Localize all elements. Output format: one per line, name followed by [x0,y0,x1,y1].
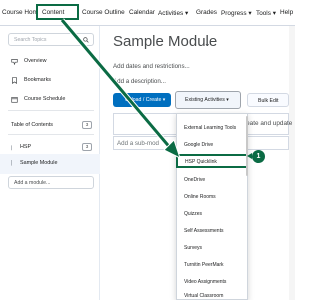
search-placeholder: Search Topics [14,37,47,43]
bulk-edit-button[interactable]: Bulk Edit [247,93,289,107]
content-page: Course Home Course Outline Calendar Acti… [0,0,295,300]
menu-item-google-drive[interactable]: Google Drive [177,137,247,153]
upload-create-button[interactable]: Upload / Create ▾ [113,93,171,107]
create-update-text: reate and update [244,120,293,127]
nav-progress[interactable]: Progress ▾ [221,9,252,17]
add-dates-link[interactable]: Add dates and restrictions... [113,63,190,70]
hsp-count-badge: 3 [82,143,92,151]
page-title: Sample Module [113,33,218,50]
menu-item-turnitin-peermark[interactable]: Turnitin PeerMark [177,257,247,273]
drag-handle-icon [11,160,12,166]
menu-item-quizzes[interactable]: Quizzes [177,206,247,222]
add-module-input[interactable]: Add a module... [8,176,94,189]
sidebar-item-overview[interactable]: Overview [24,58,46,64]
sidebar-item-hsp[interactable]: HSP [20,144,31,150]
sidebar-item-course-schedule[interactable]: Course Schedule [24,96,65,102]
menu-item-virtual-classroom[interactable]: Virtual Classroom [177,288,247,300]
nav-course-outline[interactable]: Course Outline [82,9,125,16]
sidebar-item-bookmarks[interactable]: Bookmarks [24,77,51,83]
sidebar-item-sample-module[interactable]: Sample Module [20,160,57,166]
nav-calendar[interactable]: Calendar [129,9,155,16]
menu-item-self-assessments[interactable]: Self Assessments [177,223,247,239]
nav-tools[interactable]: Tools ▾ [256,9,276,17]
nav-help[interactable]: Help [280,9,293,16]
bookmark-icon [12,77,17,84]
nav-content[interactable]: Content [42,9,64,16]
menu-item-online-rooms[interactable]: Online Rooms [177,189,247,205]
existing-activities-label: Existing Activities ▾ [185,97,229,103]
search-input[interactable]: Search Topics [8,33,94,46]
sidebar: Search Topics Overview Bookmarks Course … [0,26,100,300]
chevron-down-icon[interactable]: ⌄ [204,39,211,48]
overview-icon [11,59,18,65]
divider [8,134,94,135]
upload-create-label: Upload / Create ▾ [125,97,166,103]
calendar-icon [11,97,18,103]
menu-scrollbar[interactable] [246,116,248,176]
menu-item-surveys[interactable]: Surveys [177,240,247,256]
menu-item-hsp-quicklink[interactable]: HSP Quicklink [176,154,248,168]
add-module-placeholder: Add a module... [14,180,51,186]
sidebar-item-toc[interactable]: Table of Contents [11,122,53,128]
search-icon[interactable] [83,37,89,43]
existing-activities-button[interactable]: Existing Activities ▾ [175,91,241,109]
toc-count-badge: 3 [82,121,92,129]
top-navigation: Course Home Course Outline Calendar Acti… [0,0,295,26]
add-submodule-placeholder: Add a sub-mod [117,140,159,147]
nav-activities[interactable]: Activities ▾ [158,9,188,17]
bulk-edit-label: Bulk Edit [258,98,279,104]
step-number-badge: 1 [252,150,265,163]
menu-item-external-learning-tools[interactable]: External Learning Tools [177,120,247,136]
divider [8,110,94,111]
existing-activities-menu: External Learning Tools Google Drive HSP… [176,113,248,300]
page-scrollbar[interactable] [289,26,295,300]
nav-grades[interactable]: Grades [196,9,217,16]
drag-handle-icon [11,145,12,151]
menu-item-onedrive[interactable]: OneDrive [177,172,247,188]
add-description-link[interactable]: Add a description... [113,78,166,85]
nav-content-highlight[interactable]: Content [36,4,79,20]
